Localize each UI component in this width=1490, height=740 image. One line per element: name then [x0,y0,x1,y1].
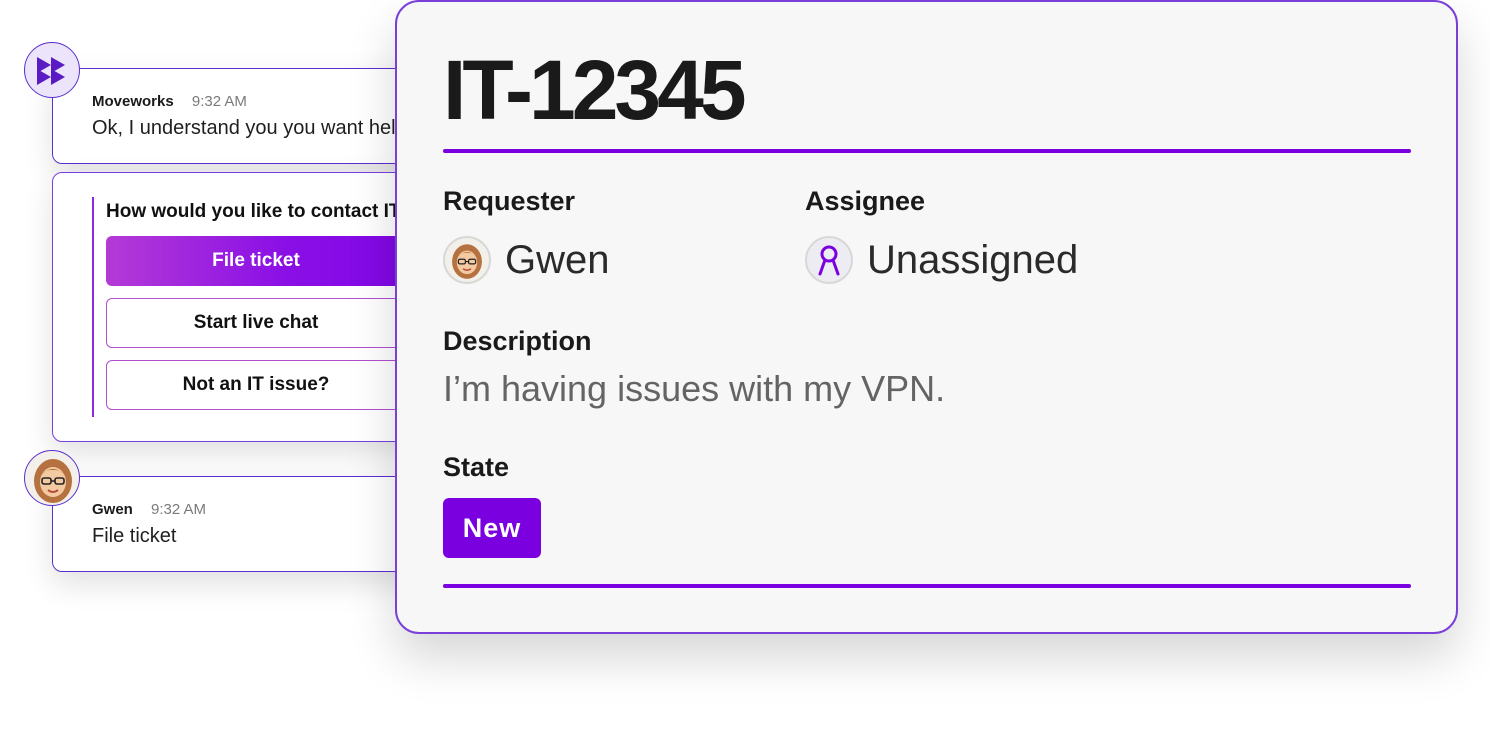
message-text: File ticket [92,525,177,547]
moveworks-logo-icon [24,42,80,98]
assignee: Unassigned [805,236,1078,284]
message-time: 9:32 AM [191,93,247,110]
requester: Gwen [443,236,610,284]
options-title: How would you like to contact IT [106,201,401,222]
options-rail [92,197,94,417]
assignee-name: Unassigned [867,237,1079,282]
screen: Moveworks 9:32 AM Ok, I understand you y… [0,0,1490,740]
ticket-card: IT-12345 Requester Gwen Assignee Unassig… [395,0,1458,634]
unassigned-ribbon-icon [805,236,853,284]
message-text: Ok, I understand you you want help [92,117,407,139]
message-author: Moveworks [92,93,174,110]
requester-avatar-icon [443,236,491,284]
requester-name: Gwen [505,237,610,282]
description-text: I’m having issues with my VPN. [443,368,946,409]
requester-label: Requester [443,186,576,216]
state-label: State [443,452,510,482]
message-author: Gwen [92,501,133,518]
divider [443,584,1411,588]
message-header: Moveworks 9:32 AM [92,93,247,110]
divider [443,149,1411,153]
message-header: Gwen 9:32 AM [92,501,206,518]
message-time: 9:32 AM [151,501,207,518]
ticket-id: IT-12345 [443,43,747,137]
description-label: Description [443,326,592,356]
state-badge: New [443,498,541,558]
gwen-avatar-icon [24,450,80,506]
assignee-label: Assignee [805,186,926,216]
